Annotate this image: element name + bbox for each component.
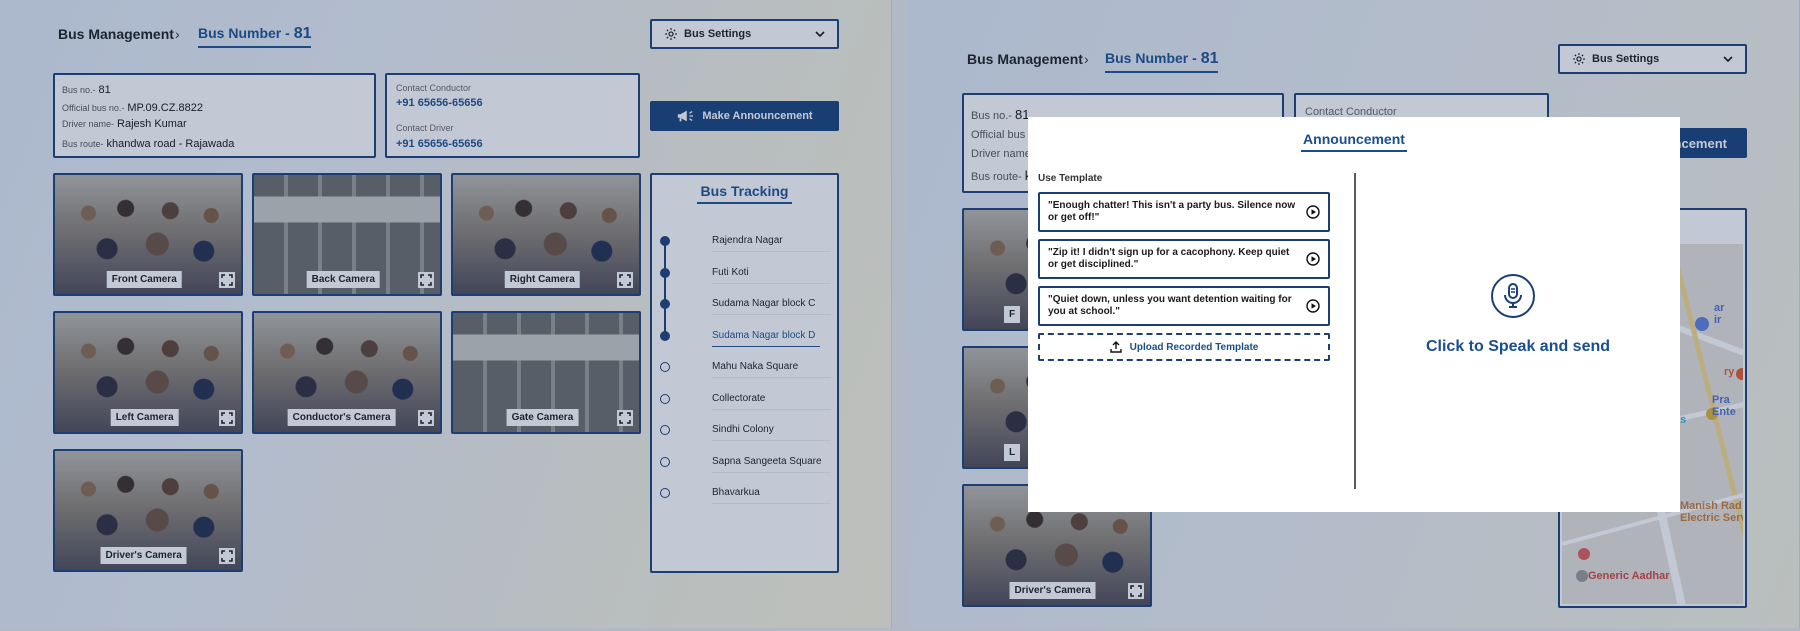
- microphone-button[interactable]: [1491, 274, 1535, 318]
- announcement-template[interactable]: "Zip it! I didn't sign up for a cacophon…: [1038, 239, 1330, 279]
- use-template-label: Use Template: [1038, 173, 1103, 184]
- template-text: "Enough chatter! This isn't a party bus.…: [1048, 200, 1296, 223]
- play-icon[interactable]: [1306, 205, 1320, 219]
- modal-divider: [1354, 173, 1356, 489]
- announcement-modal: Announcement Use Template "Enough chatte…: [1028, 117, 1680, 512]
- announcement-template[interactable]: "Enough chatter! This isn't a party bus.…: [1038, 192, 1330, 232]
- announcement-modal-title: Announcement: [1028, 131, 1680, 152]
- play-icon[interactable]: [1306, 252, 1320, 266]
- microphone-icon: [1504, 283, 1522, 308]
- click-to-speak-label[interactable]: Click to Speak and send: [1368, 338, 1668, 356]
- announcement-template[interactable]: "Quiet down, unless you want detention w…: [1038, 286, 1330, 326]
- template-text: "Zip it! I didn't sign up for a cacophon…: [1048, 247, 1290, 270]
- upload-recorded-template-button[interactable]: Upload Recorded Template: [1038, 333, 1330, 361]
- template-text: "Quiet down, unless you want detention w…: [1048, 294, 1292, 317]
- upload-recorded-template-label: Upload Recorded Template: [1129, 341, 1259, 353]
- upload-icon: [1109, 341, 1122, 353]
- announcement-modal-title-text: Announcement: [1301, 131, 1407, 152]
- play-icon[interactable]: [1306, 299, 1320, 313]
